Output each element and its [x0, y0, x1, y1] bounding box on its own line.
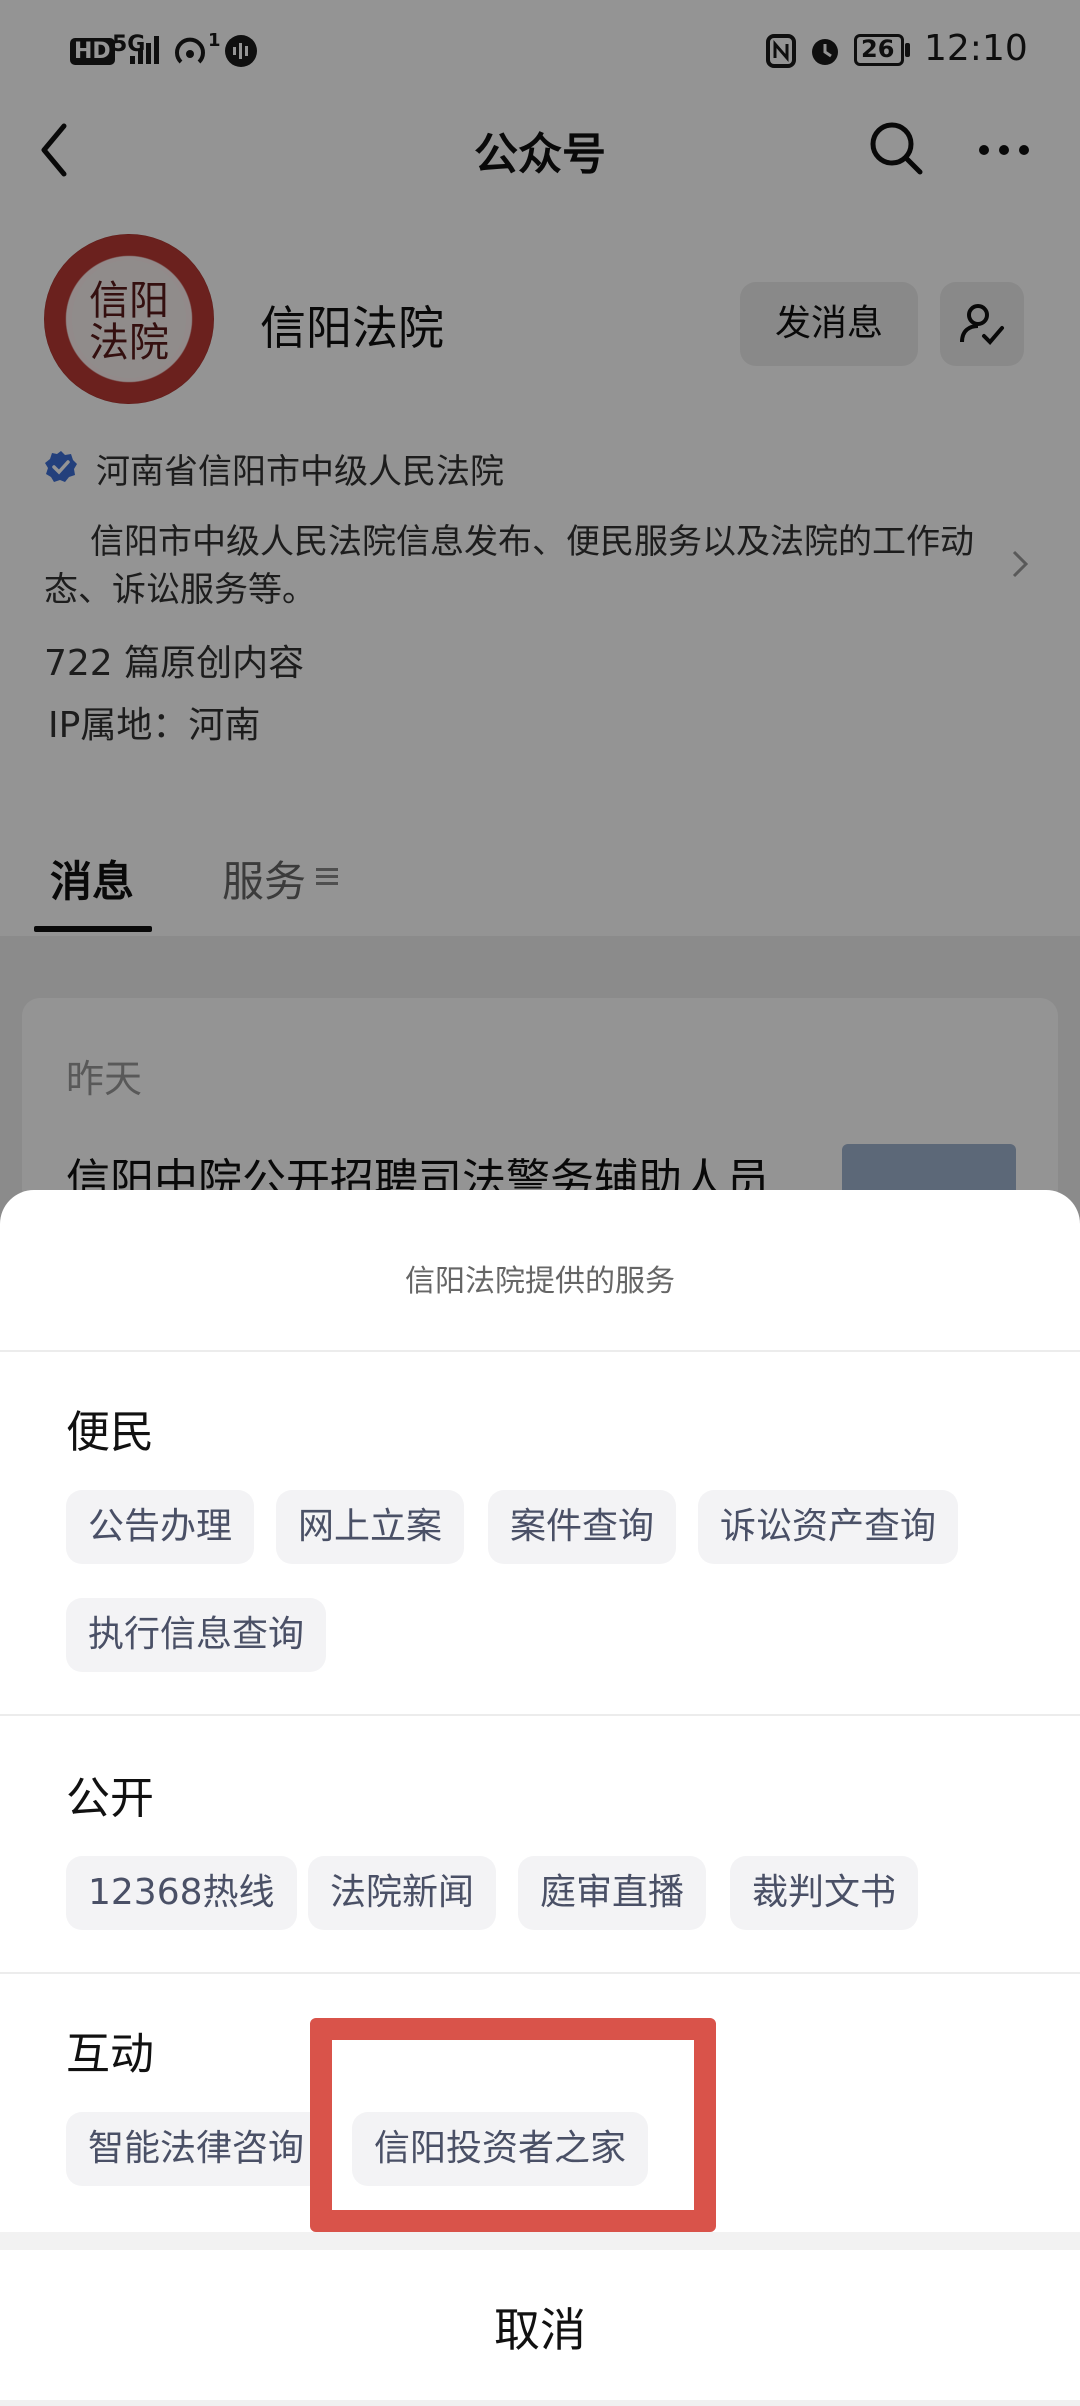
service-chip[interactable]: 智能法律咨询: [66, 2112, 327, 2186]
service-chip[interactable]: 12368热线: [66, 1856, 297, 1930]
official-account-page: HD 5G 1 26 12:10 公众号 信阳 法院 信阳法院 发消息 河南省信…: [0, 0, 1080, 2406]
section-title-public: 公开: [66, 1773, 154, 1824]
service-chip[interactable]: 公告办理: [66, 1490, 255, 1564]
service-chip[interactable]: 庭审直播: [518, 1856, 707, 1930]
divider: [0, 1350, 1080, 1352]
divider: [0, 1972, 1080, 1974]
sheet-title: 信阳法院提供的服务: [405, 1264, 675, 1299]
service-chip[interactable]: 网上立案: [276, 1490, 465, 1564]
cancel-button[interactable]: 取消: [0, 2294, 1080, 2360]
sheet-separator: [0, 2232, 1080, 2250]
divider: [0, 1714, 1080, 1716]
service-chip[interactable]: 案件查询: [488, 1490, 677, 1564]
service-chip[interactable]: 诉讼资产查询: [698, 1490, 959, 1564]
section-title-interaction: 互动: [66, 2029, 154, 2080]
service-chip[interactable]: 执行信息查询: [66, 1598, 327, 1672]
service-chip[interactable]: 裁判文书: [730, 1856, 919, 1930]
section-title-convenience: 便民: [66, 1407, 154, 1458]
service-chip[interactable]: 法院新闻: [308, 1856, 497, 1930]
annotation-highlight-box: [310, 2018, 716, 2232]
